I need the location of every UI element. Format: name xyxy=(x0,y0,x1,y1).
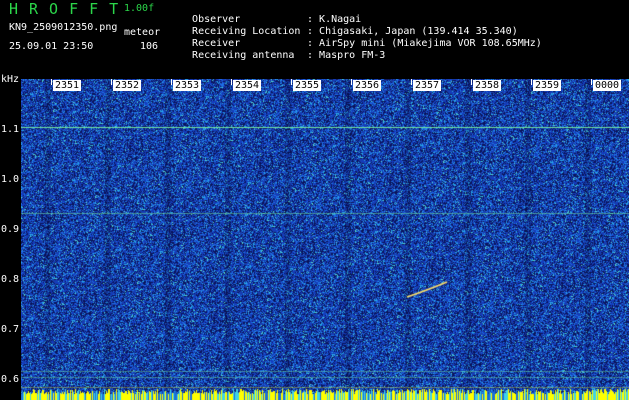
capture-datetime: 25.09.01 23:50 xyxy=(9,41,94,52)
app-version: 1.00f xyxy=(124,3,155,14)
time-label: 2351 xyxy=(53,80,82,91)
time-label: 2359 xyxy=(533,80,562,91)
time-tick xyxy=(351,79,352,85)
time-label: 2357 xyxy=(413,80,442,91)
time-tick xyxy=(471,79,472,85)
info-colon: : xyxy=(307,50,314,61)
time-tick xyxy=(591,79,592,85)
time-label: 2356 xyxy=(353,80,382,91)
spectrogram: 2351 2352 2353 2354 2355 2356 2357 2358 … xyxy=(21,79,629,400)
app-brand: HROFFT xyxy=(9,0,130,18)
y-axis-unit: kHz xyxy=(1,74,20,85)
time-tick xyxy=(291,79,292,85)
spectrogram-canvas xyxy=(21,79,629,400)
time-tick xyxy=(531,79,532,85)
info-value: Maspro FM-3 xyxy=(319,50,386,61)
detection-mode: meteor xyxy=(124,27,161,38)
time-label: 2354 xyxy=(233,80,262,91)
info-label: Receiving antenna xyxy=(192,50,295,61)
time-tick xyxy=(111,79,112,85)
y-tick-label: 0.7 xyxy=(1,324,20,335)
y-tick-label: 0.9 xyxy=(1,224,20,235)
y-tick-label: 0.8 xyxy=(1,274,20,285)
time-tick xyxy=(411,79,412,85)
time-label: 2358 xyxy=(473,80,502,91)
y-tick-label: 0.6 xyxy=(1,374,20,385)
y-tick-label: 1.0 xyxy=(1,174,20,185)
time-label: 2353 xyxy=(173,80,202,91)
time-tick xyxy=(51,79,52,85)
y-tick-label: 1.1 xyxy=(1,124,20,135)
time-tick xyxy=(171,79,172,85)
time-tick xyxy=(231,79,232,85)
time-label: 2355 xyxy=(293,80,322,91)
info-antenna: Receiving antenna: Maspro FM-3 xyxy=(180,39,385,61)
file-name: KN9_2509012350.png xyxy=(9,22,118,33)
time-label: 0000 xyxy=(593,80,622,91)
meteor-count: 106 xyxy=(140,41,159,52)
time-label: 2352 xyxy=(113,80,142,91)
